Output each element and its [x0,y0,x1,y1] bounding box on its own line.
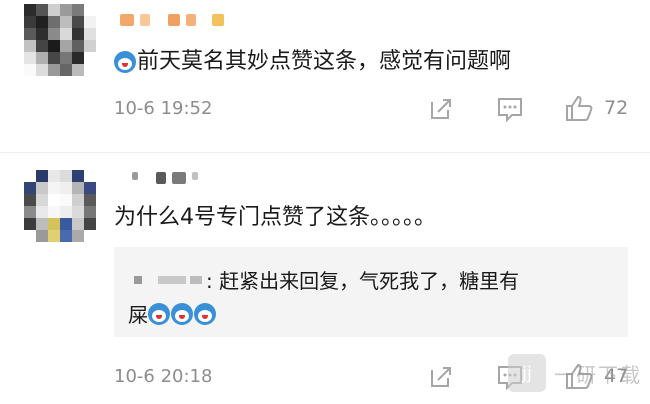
avatar[interactable] [24,170,96,242]
reply-preview[interactable]: : 赶紧出来回复，气死我了，糖里有 屎 [114,247,628,337]
like-count: 72 [604,97,629,119]
avatar[interactable] [24,4,96,76]
share-icon[interactable] [428,364,454,390]
reply-username-blurred[interactable] [134,275,202,284]
reply-text-line: 屎 [128,299,217,328]
doge-emoji-icon [194,302,216,325]
username-blurred[interactable] [120,14,224,26]
watermark-logo: jj [508,354,546,392]
thumbs-up-icon[interactable] [564,94,594,122]
reply-text-line: : 赶紧出来回复，气死我了，糖里有 [134,265,519,294]
watermark: jj 一研下载 [508,354,642,392]
comment-icon[interactable] [496,96,524,122]
username-blurred[interactable] [132,172,198,184]
doge-emoji-icon [171,302,193,325]
watermark-text: 一研下载 [554,362,642,387]
comment-text: 为什么4号专门点赞了这条。。。。。 [114,205,436,230]
share-icon[interactable] [428,96,454,122]
doge-emoji-icon [114,51,136,73]
comment-text: 前天莫名其妙点赞这条，感觉有问题啊 [114,47,511,77]
comment-timestamp: 10-6 19:52 [114,98,213,119]
divider [0,152,650,153]
comment-timestamp: 10-6 20:18 [114,366,213,387]
doge-emoji-icon [148,302,170,325]
